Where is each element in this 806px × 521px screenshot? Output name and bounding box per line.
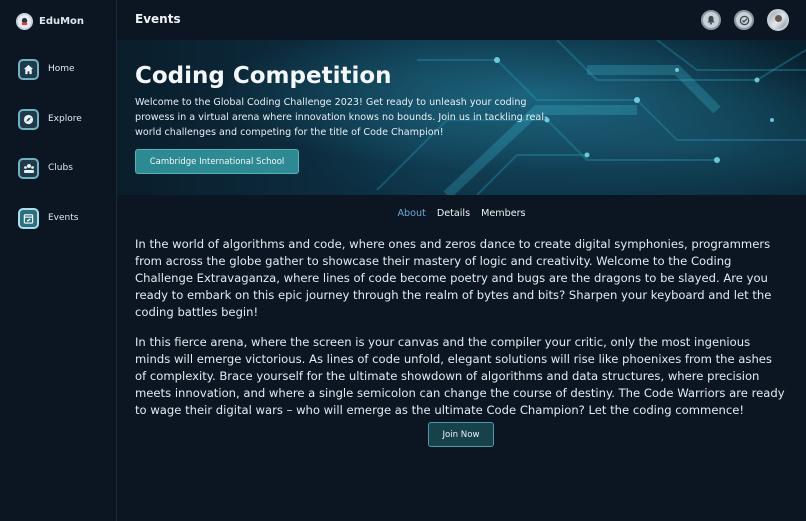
tab-members[interactable]: Members <box>481 208 525 224</box>
sidebar-item-label: Explore <box>48 114 82 124</box>
sidebar-item-label: Events <box>48 213 79 223</box>
sidebar: EduMon Home Explore Clubs Events <box>0 0 117 521</box>
user-avatar[interactable] <box>767 9 789 31</box>
edumon-logo-icon <box>16 12 33 30</box>
top-bar: Events <box>117 0 806 40</box>
sidebar-item-events[interactable]: Events <box>18 207 78 229</box>
compass-icon <box>18 108 39 130</box>
sidebar-item-explore[interactable]: Explore <box>18 108 82 130</box>
sidebar-item-home[interactable]: Home <box>18 58 75 80</box>
about-content: In the world of algorithms and code, whe… <box>135 236 785 432</box>
calendar-edit-icon <box>18 207 39 229</box>
event-tabs: About Details Members <box>117 208 806 224</box>
sidebar-item-label: Clubs <box>48 163 73 173</box>
brand[interactable]: EduMon <box>16 11 84 31</box>
join-now-button[interactable]: Join Now <box>428 422 494 447</box>
brand-name: EduMon <box>39 15 85 27</box>
app-root: EduMon Home Explore Clubs Events Events … <box>0 0 806 521</box>
check-badge-icon[interactable] <box>734 10 754 30</box>
event-description: Welcome to the Global Coding Challenge 2… <box>135 97 548 138</box>
event-hero-banner: Coding Competition Welcome to the Global… <box>117 40 806 195</box>
group-icon <box>18 157 39 179</box>
about-paragraph-1: In the world of algorithms and code, whe… <box>135 237 772 319</box>
about-paragraph-2: In this fierce arena, where the screen i… <box>135 335 785 417</box>
page-title: Events <box>135 12 181 26</box>
tab-about[interactable]: About <box>397 208 425 224</box>
sidebar-item-clubs[interactable]: Clubs <box>18 157 73 179</box>
tab-details[interactable]: Details <box>437 208 470 224</box>
event-title: Coding Competition <box>135 63 392 89</box>
home-icon <box>18 58 39 80</box>
bell-icon[interactable] <box>701 10 721 30</box>
organizer-button[interactable]: Cambridge International School <box>135 149 299 174</box>
sidebar-item-label: Home <box>48 64 75 74</box>
